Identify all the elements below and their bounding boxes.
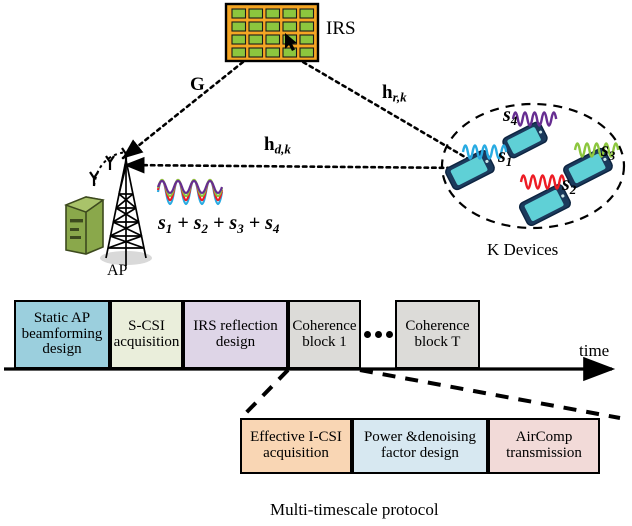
block-line: factor design bbox=[381, 445, 459, 461]
irs-label: IRS bbox=[326, 18, 356, 39]
block-line: S-CSI bbox=[128, 317, 165, 334]
block-line: Coherence bbox=[405, 317, 470, 334]
block-line: block T bbox=[414, 333, 461, 350]
device-label-s1: s1 bbox=[498, 145, 513, 169]
timeline-block-irs-reflection-design[interactable]: IRS reflection design bbox=[183, 300, 288, 369]
block-line: beamforming bbox=[21, 325, 103, 342]
figure-caption: Multi-timescale protocol bbox=[270, 500, 439, 519]
channel-label-h-dk: hd,k bbox=[264, 134, 291, 157]
channel-label-G: G bbox=[190, 74, 205, 95]
block-line: Static AP bbox=[33, 310, 91, 327]
ap-superposed-waveform bbox=[156, 178, 224, 206]
link-h-dk bbox=[123, 156, 468, 174]
block-line: acquisition bbox=[263, 445, 329, 461]
protocol-block-effective-icsi-acquisition[interactable]: Effective I-CSI acquisition bbox=[240, 418, 352, 474]
block-line: design bbox=[42, 341, 82, 358]
link-h-rk bbox=[301, 60, 472, 162]
timeline-axis-label: time bbox=[579, 341, 610, 360]
block-line: IRS reflection bbox=[193, 317, 278, 334]
devices-label: K Devices bbox=[487, 240, 559, 259]
timeline-block-coherence-block-t[interactable]: Coherence block T bbox=[395, 300, 480, 369]
block-line: transmission bbox=[506, 445, 582, 461]
timeline-ellipsis bbox=[364, 331, 393, 338]
timeline-block-s-csi-acquisition[interactable]: S-CSI acquisition bbox=[110, 300, 183, 369]
waveform-s2 bbox=[519, 174, 566, 190]
block-line: design bbox=[215, 333, 256, 350]
figure-root: IRS G hr,k hd,k s1 + s2 + s3 + s4 AP s4 … bbox=[0, 0, 632, 526]
ap-server-icon bbox=[64, 196, 105, 255]
block-line: Power &denoising bbox=[363, 429, 477, 446]
protocol-block-power-denoising-factor-design[interactable]: Power &denoising factor design bbox=[352, 418, 488, 474]
device-label-s3: s3 bbox=[601, 139, 616, 163]
block-line: Coherence bbox=[292, 317, 357, 334]
block-line: AirComp bbox=[515, 429, 573, 446]
protocol-block-aircomp-transmission[interactable]: AirComp transmission bbox=[488, 418, 600, 474]
block-line: acquisition bbox=[113, 333, 180, 350]
link-G bbox=[121, 60, 245, 160]
timeline-block-coherence-block-1[interactable]: Coherence block 1 bbox=[288, 300, 361, 369]
block-line: Effective I-CSI bbox=[250, 429, 342, 446]
device-label-s4: s4 bbox=[503, 104, 518, 128]
block-line: block 1 bbox=[302, 333, 347, 350]
timeline-block-static-ap-beamforming[interactable]: Static AP beamforming design bbox=[14, 300, 110, 369]
ap-label: AP bbox=[107, 262, 128, 279]
device-label-s2: s2 bbox=[562, 173, 577, 197]
irs-panel bbox=[224, 2, 320, 63]
channel-label-h-rk: hr,k bbox=[382, 82, 407, 105]
expansion-connectors bbox=[239, 368, 621, 420]
ap-received-signal-label: s1 + s2 + s3 + s4 bbox=[158, 212, 280, 236]
